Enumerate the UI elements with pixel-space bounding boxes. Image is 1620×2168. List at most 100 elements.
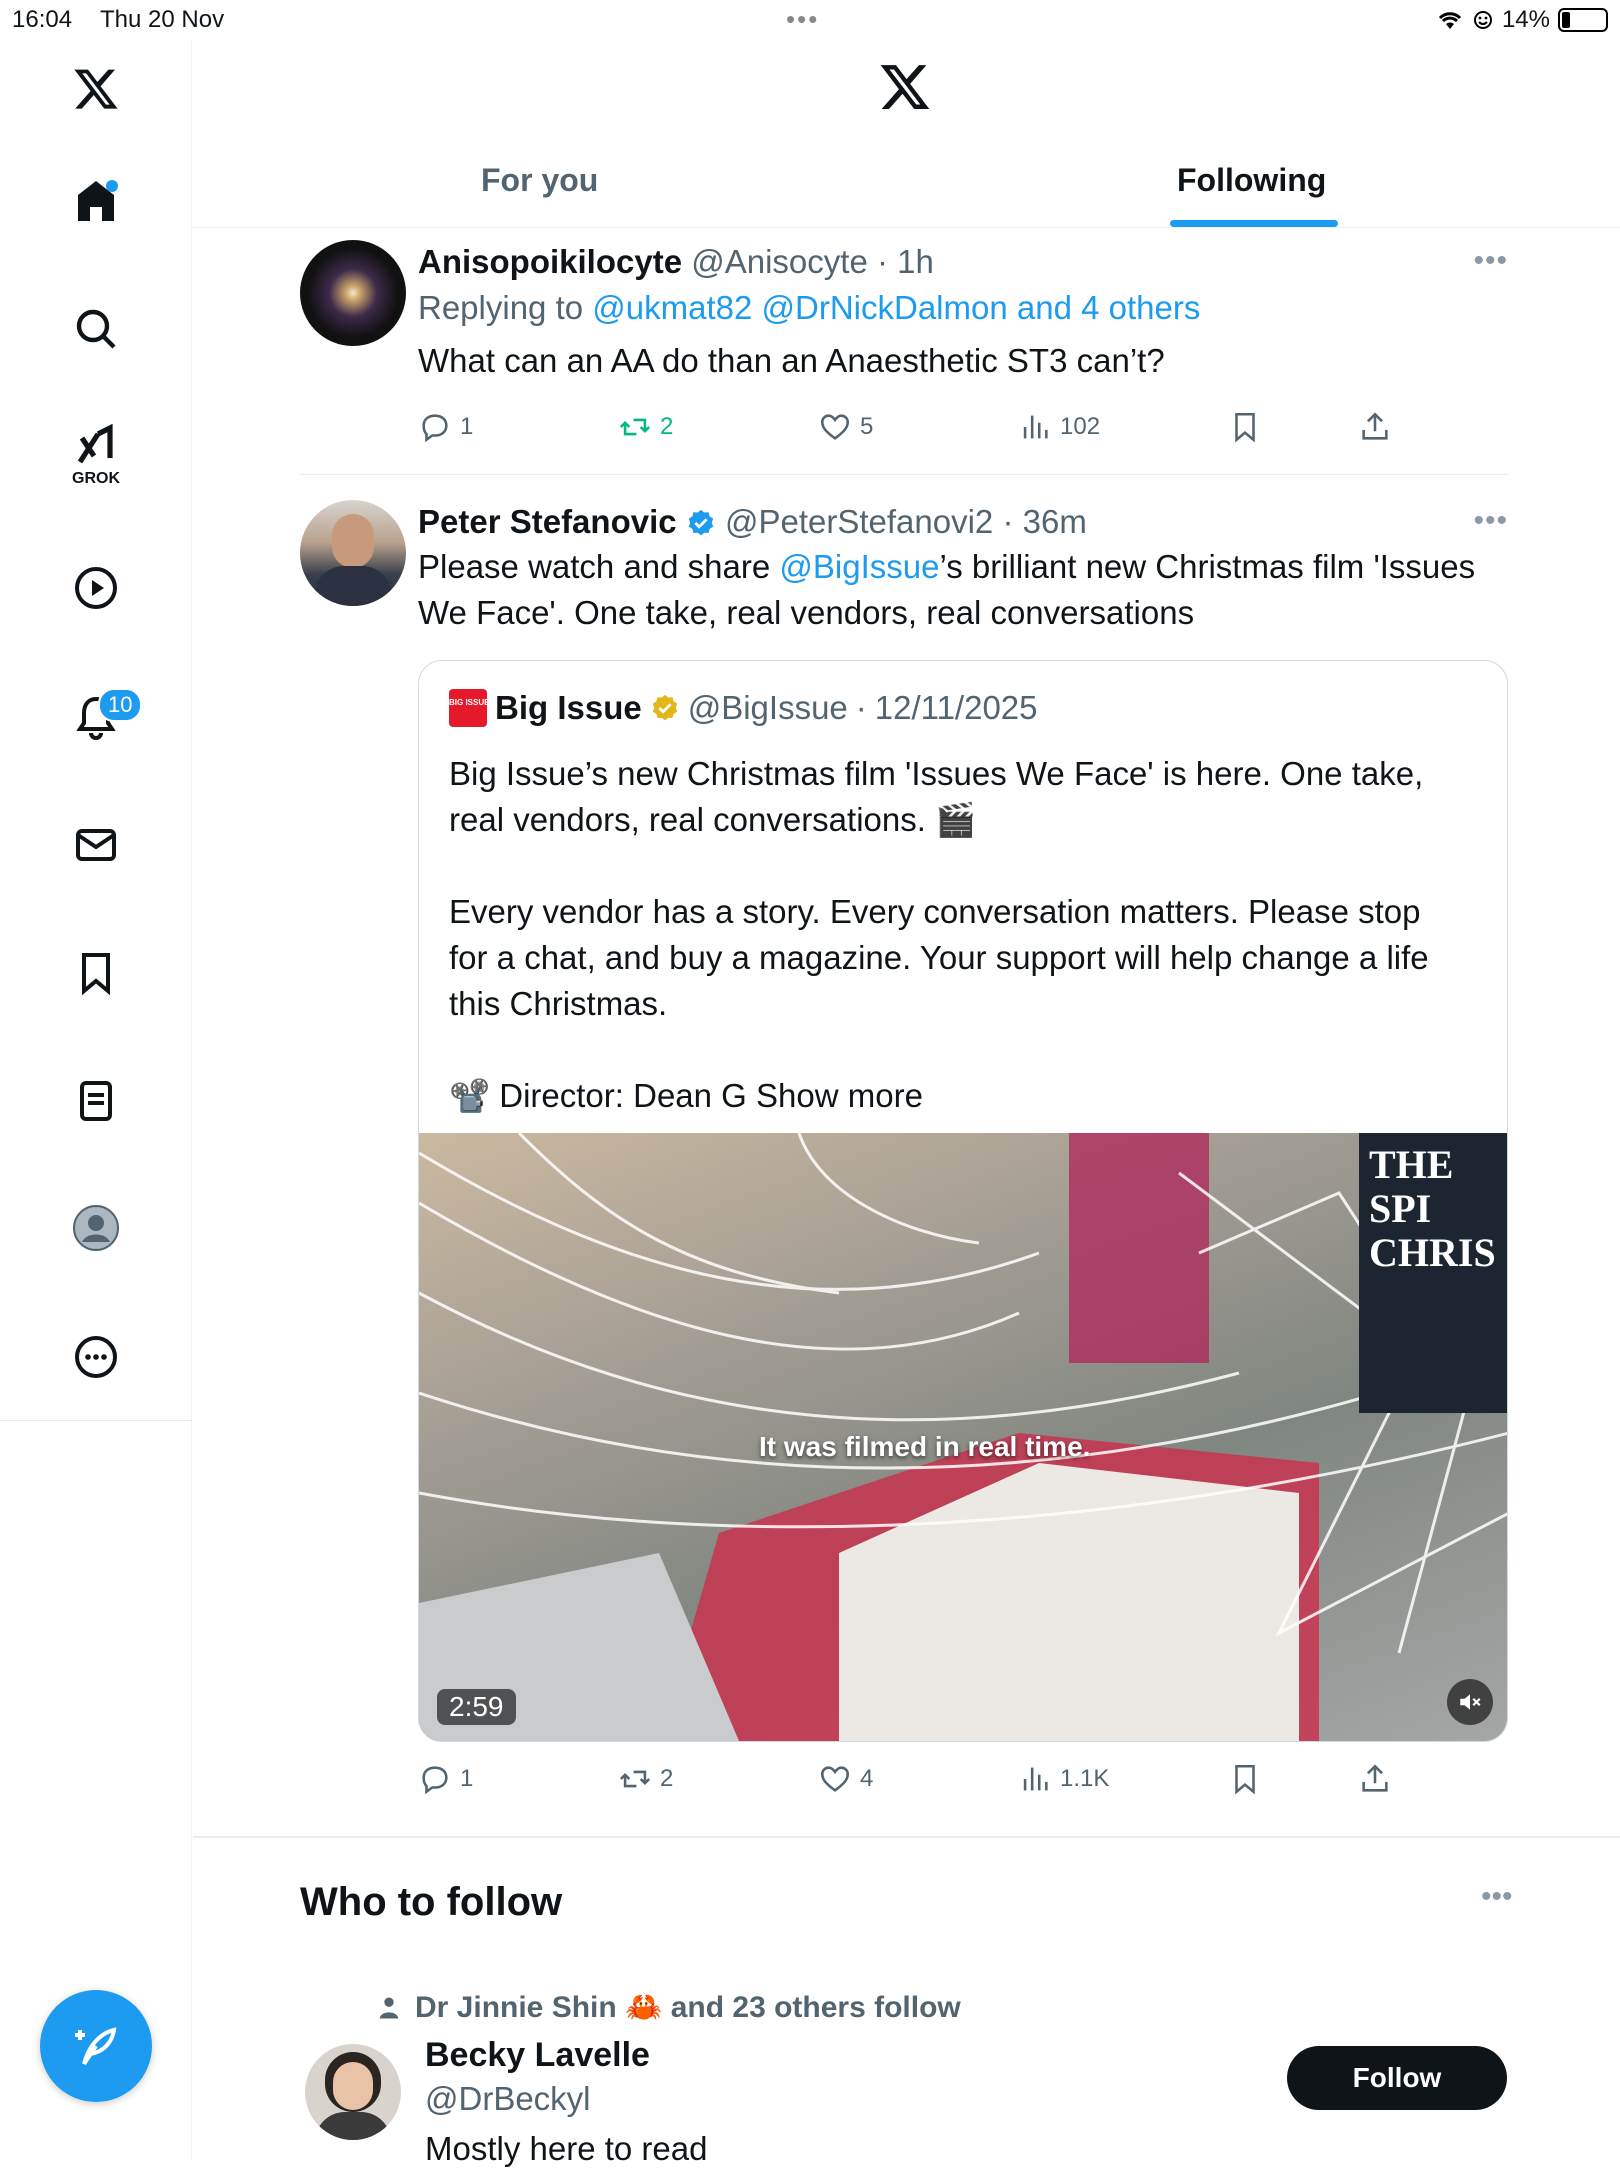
sidebar-item-more[interactable]	[0, 1312, 192, 1402]
retweet-button[interactable]: 2	[618, 410, 673, 444]
search-icon	[76, 309, 116, 349]
tweet-actions: 1 2 5 102	[418, 410, 1418, 450]
author-name[interactable]: Peter Stefanovic	[418, 503, 677, 540]
header-x-logo[interactable]	[878, 60, 932, 119]
suggested-user-name[interactable]: Becky Lavelle	[425, 2036, 650, 2075]
mute-button[interactable]	[1447, 1679, 1493, 1725]
video-sign-text: THE SPI CHRIS	[1359, 1133, 1507, 1413]
author-name[interactable]: Anisopoikilocyte	[418, 243, 682, 280]
quoted-tweet-date[interactable]: 12/11/2025	[875, 689, 1038, 727]
status-time: 16:04	[12, 6, 73, 33]
sidebar-item-profile[interactable]	[0, 1183, 192, 1273]
quoted-author-handle[interactable]: @BigIssue	[688, 689, 848, 727]
home-unread-dot	[106, 180, 118, 192]
sidebar-item-grok[interactable]: GROK	[0, 410, 192, 500]
compose-post-button[interactable]	[40, 1990, 152, 2102]
retweet-count: 2	[660, 1765, 674, 1792]
tweet-header: Peter Stefanovic @PeterStefanovi2 · 36m	[418, 503, 1087, 540]
profile-avatar-icon	[73, 1205, 119, 1251]
sidebar-item-lists[interactable]	[0, 1056, 192, 1146]
retweet-icon	[619, 418, 651, 436]
like-count: 4	[860, 1765, 874, 1792]
sidebar: GROK 10	[0, 40, 192, 2160]
tweet-time[interactable]: 1h	[897, 243, 934, 280]
retweet-icon	[619, 1770, 651, 1788]
tweet-text: What can an AA do than an Anaesthetic ST…	[418, 342, 1165, 379]
tweet[interactable]: Anisopoikilocyte @Anisocyte · 1h ••• Rep…	[300, 240, 1508, 443]
tweet-content: Anisopoikilocyte @Anisocyte · 1h ••• Rep…	[418, 240, 1508, 384]
big-issue-logo[interactable]: BIG ISSUE	[449, 689, 489, 727]
gold-verified-badge-icon	[652, 694, 677, 721]
verified-badge-icon	[688, 509, 714, 536]
more-options-button[interactable]: •••	[1473, 504, 1508, 538]
share-button[interactable]	[1358, 1762, 1392, 1796]
share-icon	[1362, 1764, 1388, 1792]
reply-icon	[422, 414, 448, 443]
sidebar-item-notifications[interactable]: 10	[0, 672, 192, 762]
reply-mentions-link[interactable]: @ukmat82 @DrNickDalmon and 4 others	[592, 289, 1200, 326]
sidebar-divider	[0, 1420, 192, 1421]
tweet-time[interactable]: 36m	[1023, 503, 1087, 540]
reply-context: Replying to @ukmat82 @DrNickDalmon and 4…	[418, 284, 1508, 332]
sidebar-item-video[interactable]	[0, 543, 192, 633]
sidebar-item-explore[interactable]	[0, 284, 192, 374]
author-handle[interactable]: @PeterStefanovi2	[725, 503, 993, 540]
quoted-author-name[interactable]: Big Issue	[495, 689, 642, 727]
quoted-tweet-text: Big Issue’s new Christmas film 'Issues W…	[449, 751, 1467, 1119]
quoted-tweet[interactable]: BIG ISSUE Big Issue @BigIssue · 12/11/2025…	[418, 660, 1508, 1742]
tab-for-you[interactable]: For you	[481, 162, 598, 199]
who-to-follow-title: Who to follow	[300, 1880, 563, 1924]
suggested-user-avatar[interactable]	[305, 2044, 401, 2140]
bookmark-icon	[1235, 1764, 1255, 1795]
compose-feather-icon	[75, 2027, 117, 2066]
quoted-tweet-header: BIG ISSUE Big Issue @BigIssue · 12/11/2025	[449, 689, 1038, 727]
like-button[interactable]: 4	[818, 1762, 873, 1796]
show-more-link[interactable]: Show more	[756, 1077, 923, 1114]
share-button[interactable]	[1358, 410, 1392, 444]
social-context: Dr Jinnie Shin 🦀 and 23 others follow	[375, 1990, 961, 2025]
timeline-tabs: For you Following	[193, 140, 1620, 228]
x-logo-icon	[74, 69, 118, 109]
sidebar-item-messages[interactable]	[0, 800, 192, 890]
author-handle[interactable]: @Anisocyte	[691, 243, 868, 280]
list-icon	[80, 1081, 112, 1121]
views-button[interactable]: 102	[1018, 410, 1100, 444]
who-to-follow-more-button[interactable]: •••	[1481, 1880, 1513, 1914]
suggested-user-handle[interactable]: @DrBeckyl	[425, 2080, 591, 2118]
mention-link[interactable]: @BigIssue	[779, 548, 939, 585]
heart-icon	[820, 1766, 850, 1792]
reply-count: 1	[460, 1765, 474, 1792]
reply-button[interactable]: 1	[418, 1762, 473, 1796]
retweet-button[interactable]: 2	[618, 1762, 673, 1796]
tweet-actions: 1 2 4 1.1K	[418, 1762, 1418, 1802]
more-options-button[interactable]: •••	[1473, 244, 1508, 278]
retweet-count: 2	[660, 413, 674, 440]
reply-prefix: Replying to	[418, 289, 584, 326]
sidebar-x-logo[interactable]	[0, 44, 192, 134]
views-button[interactable]: 1.1K	[1018, 1762, 1109, 1796]
like-button[interactable]: 5	[818, 410, 873, 444]
video-caption: It was filmed in real time.	[759, 1431, 1091, 1462]
reply-count: 1	[460, 413, 474, 440]
video-player[interactable]: THE SPI CHRIS It was filmed in real time…	[419, 1133, 1507, 1741]
quoted-paragraph: Every vendor has a story. Every conversa…	[449, 893, 1429, 1022]
like-count: 5	[860, 413, 874, 440]
tweet-text-start: Please watch and share	[418, 548, 780, 585]
grok-icon	[77, 423, 113, 464]
bookmark-button[interactable]	[1228, 410, 1262, 444]
bookmark-icon	[82, 953, 110, 996]
mail-icon	[76, 829, 116, 861]
bookmark-icon	[1235, 412, 1255, 443]
tweet-header: Anisopoikilocyte @Anisocyte · 1h	[418, 243, 934, 280]
follow-button[interactable]: Follow	[1287, 2046, 1507, 2110]
avatar[interactable]	[300, 500, 406, 606]
tweet[interactable]: Peter Stefanovic @PeterStefanovi2 · 36m …	[300, 500, 1508, 1800]
sidebar-item-bookmarks[interactable]	[0, 928, 192, 1018]
tab-following[interactable]: Following	[1177, 162, 1326, 199]
avatar[interactable]	[300, 240, 406, 346]
view-count: 1.1K	[1060, 1765, 1110, 1792]
reply-button[interactable]: 1	[418, 410, 473, 444]
sidebar-item-home[interactable]	[0, 156, 192, 246]
analytics-icon	[1023, 1767, 1048, 1791]
bookmark-button[interactable]	[1228, 1762, 1262, 1796]
